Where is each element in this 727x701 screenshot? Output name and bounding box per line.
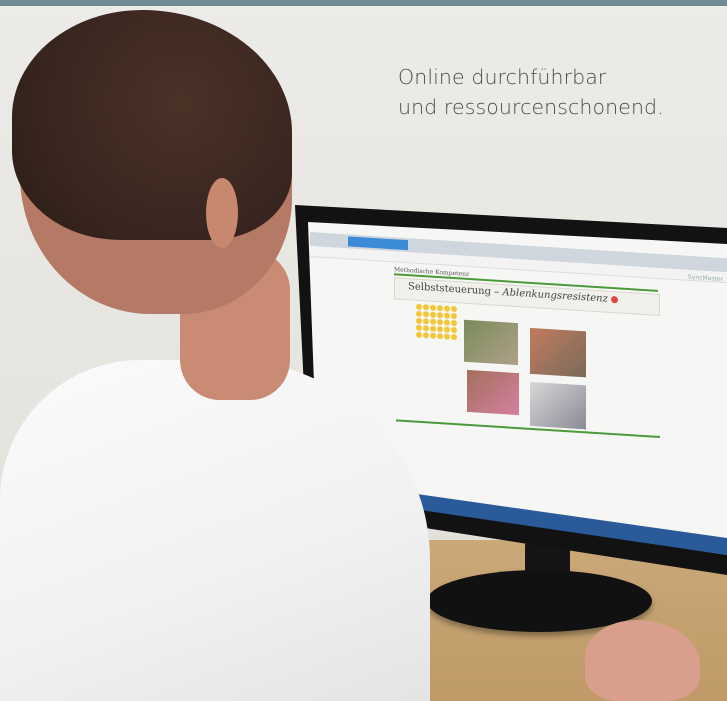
emoji-icon[interactable] [437, 325, 443, 333]
emoji-icon[interactable] [444, 305, 450, 312]
info-icon[interactable] [610, 295, 618, 304]
emoji-icon[interactable] [423, 332, 429, 339]
photo-child-drinking[interactable] [467, 369, 519, 416]
emoji-icon[interactable] [430, 311, 436, 318]
emoji-icon[interactable] [423, 325, 429, 332]
photo-couple-sofa[interactable] [530, 381, 586, 430]
headline: Online durchführbar und ressourcenschone… [398, 62, 664, 122]
emoji-icon[interactable] [451, 333, 457, 341]
emoji-grid [416, 303, 457, 341]
headline-line-2: und ressourcenschonend. [398, 95, 664, 119]
emoji-icon[interactable] [423, 318, 429, 325]
emoji-icon[interactable] [430, 325, 436, 332]
emoji-icon[interactable] [451, 326, 457, 334]
emoji-icon[interactable] [437, 332, 443, 340]
emoji-icon[interactable] [416, 331, 422, 339]
photo-family-table[interactable] [530, 327, 586, 378]
emoji-icon[interactable] [444, 319, 450, 326]
emoji-icon[interactable] [451, 312, 457, 320]
emoji-icon[interactable] [430, 318, 436, 325]
emoji-icon[interactable] [430, 332, 436, 339]
emoji-icon[interactable] [430, 304, 436, 311]
emoji-icon[interactable] [451, 305, 457, 313]
footer-divider [396, 419, 660, 439]
emoji-icon[interactable] [423, 304, 429, 311]
emoji-icon[interactable] [444, 333, 450, 340]
photo-group-outdoors[interactable] [464, 319, 518, 366]
emoji-icon[interactable] [444, 312, 450, 319]
emoji-icon[interactable] [451, 319, 457, 327]
person-ear [206, 178, 238, 248]
emoji-icon[interactable] [437, 318, 443, 326]
emoji-icon[interactable] [423, 311, 429, 318]
emoji-icon[interactable] [444, 326, 450, 333]
emoji-icon[interactable] [437, 311, 443, 319]
headline-line-1: Online durchführbar [398, 65, 607, 89]
emoji-icon[interactable] [416, 324, 422, 332]
emoji-icon[interactable] [437, 304, 443, 312]
emoji-icon[interactable] [416, 310, 422, 318]
emoji-icon[interactable] [416, 303, 422, 311]
monitor-brand: SyncMaster [688, 273, 723, 283]
emoji-icon[interactable] [416, 317, 422, 325]
